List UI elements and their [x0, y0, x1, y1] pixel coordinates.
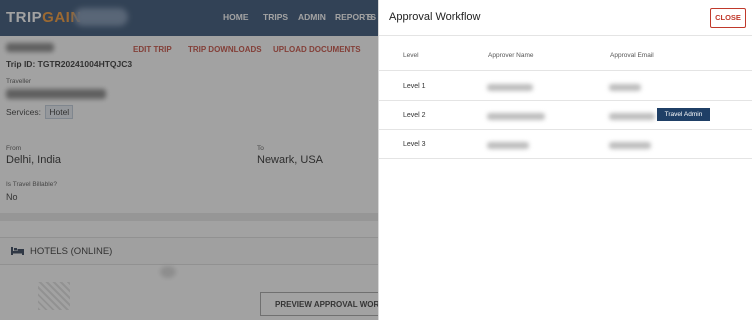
- row-level: Level 2: [403, 112, 426, 119]
- approver-name-blurred: [487, 142, 529, 149]
- table-header-divider: [379, 70, 752, 71]
- row-level: Level 1: [403, 83, 426, 90]
- column-header-approval-email: Approval Email: [610, 52, 654, 59]
- approver-email-blurred: [609, 142, 651, 149]
- approver-name-blurred: [487, 113, 545, 120]
- approver-email-blurred: [609, 113, 655, 120]
- row-divider: [379, 158, 752, 159]
- row-divider: [379, 129, 752, 130]
- panel-header-divider: [379, 35, 752, 36]
- travel-admin-badge: Travel Admin: [657, 108, 710, 121]
- close-button[interactable]: CLOSE: [710, 8, 746, 28]
- approver-name-blurred: [487, 84, 533, 91]
- modal-backdrop[interactable]: [0, 0, 380, 320]
- row-level: Level 3: [403, 141, 426, 148]
- row-divider: [379, 100, 752, 101]
- approver-email-blurred: [609, 84, 641, 91]
- column-header-approver-name: Approver Name: [488, 52, 534, 59]
- approval-workflow-panel: Approval Workflow CLOSE Level Approver N…: [378, 0, 752, 320]
- panel-title: Approval Workflow: [389, 11, 481, 23]
- column-header-level: Level: [403, 52, 419, 59]
